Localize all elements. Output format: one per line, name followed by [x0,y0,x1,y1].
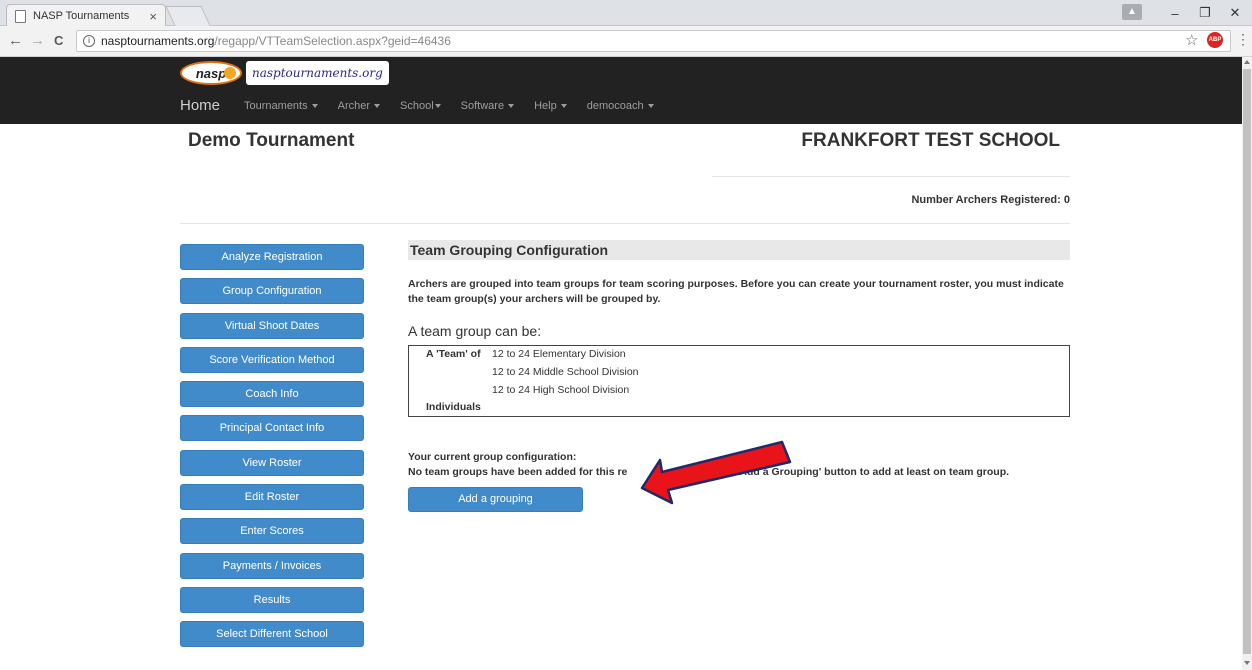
browser-tab[interactable]: NASP Tournaments × [6,4,166,27]
nav-tournaments[interactable]: Tournaments [244,100,318,112]
edit-roster-button[interactable]: Edit Roster [180,484,364,511]
site-wordmark: nasptournaments.org [246,61,389,85]
nav-archer[interactable]: Archer [337,99,381,112]
scrollbar-thumb[interactable] [1243,69,1251,654]
tab-title: NASP Tournaments [33,10,130,22]
nav-school[interactable]: School [400,100,441,112]
tournament-title: Demo Tournament [188,130,355,151]
principal-contact-info-button[interactable]: Principal Contact Info [180,415,364,442]
chevron-down-icon [560,103,567,108]
coach-info-button[interactable]: Coach Info [180,381,364,408]
archers-registered-count: Number Archers Registered: 0 [911,194,1070,206]
divider [180,223,1070,224]
section-title: Team Grouping Configuration [408,240,1070,260]
division-elementary: 12 to 24 Elementary Division [492,348,626,360]
nav-help[interactable]: Help [534,100,567,112]
info-icon[interactable]: i [83,35,95,47]
minimize-icon[interactable]: – [1160,0,1190,26]
nav-tournaments-label: Tournaments [244,99,308,112]
team-group-can-be-heading: A team group can be: [408,323,542,339]
site-header: nasp nasptournaments.org Home Tournament… [0,57,1242,124]
analyze-registration-button[interactable]: Analyze Registration [180,244,364,270]
profile-icon[interactable]: ▲ [1122,4,1142,20]
school-name: FRANKFORT TEST SCHOOL [801,130,1060,151]
url-path: /regapp/VTTeamSelection.aspx?geid=46436 [214,34,451,48]
payments-invoices-button[interactable]: Payments / Invoices [180,552,364,579]
virtual-shoot-dates-button[interactable]: Virtual Shoot Dates [180,312,364,339]
sidebar-menu: Analyze Registration Group Configuration… [180,244,364,656]
new-tab-button[interactable] [165,6,211,26]
nav-archer-label: Archer [337,99,371,112]
forward-icon[interactable]: → [30,32,45,49]
score-verification-method-button[interactable]: Score Verification Method [180,346,364,373]
view-roster-button[interactable]: View Roster [180,449,364,476]
results-button[interactable]: Results [180,586,364,613]
nav-user[interactable]: democoach [587,100,654,112]
chevron-down-icon [434,103,441,108]
scroll-up-icon[interactable] [1244,60,1250,64]
chevron-down-icon [311,103,318,108]
tab-close-icon[interactable]: × [149,9,157,24]
chevron-down-icon [508,103,515,108]
nav-software-label: Software [460,99,505,112]
team-group-options-box: A 'Team' of 12 to 24 Elementary Division… [408,345,1070,417]
address-bar[interactable]: i nasptournaments.org/regapp/VTTeamSelec… [76,30,1231,52]
browser-menu-icon[interactable]: ⋮ [1236,31,1250,48]
main-nav: Home Tournaments Archer School Software … [180,97,674,114]
nav-software[interactable]: Software [460,99,515,112]
nav-home[interactable]: Home [180,97,220,114]
status-text-start: No team groups have been added for this … [408,466,628,478]
chevron-down-icon [374,103,381,108]
restore-icon[interactable]: ❐ [1190,0,1220,26]
reload-icon[interactable]: C [54,33,63,48]
red-arrow-annotation [640,440,792,505]
window-close-icon[interactable]: ✕ [1220,0,1250,26]
select-different-school-button[interactable]: Select Different School [180,621,364,648]
page-scrollbar[interactable] [1242,57,1252,670]
nav-school-label: School [400,99,434,112]
divider [712,176,1070,177]
page-icon [15,9,26,23]
individuals-label: Individuals [426,401,481,413]
browser-tab-strip: NASP Tournaments × ▲ – ❐ ✕ [0,0,1252,27]
group-configuration-button[interactable]: Group Configuration [180,278,364,305]
back-icon[interactable]: ← [8,32,23,49]
nav-user-label: democoach [586,99,644,112]
nav-help-label: Help [534,99,557,112]
url-host: nasptournaments.org [101,34,215,48]
scroll-down-icon[interactable] [1244,661,1250,665]
enter-scores-button[interactable]: Enter Scores [180,518,364,545]
intro-text: Archers are grouped into team groups for… [408,278,1064,305]
bookmark-star-icon[interactable]: ☆ [1185,31,1198,49]
browser-toolbar: ← → C i nasptournaments.org/regapp/VTTea… [0,26,1252,57]
add-grouping-button[interactable]: Add a grouping [408,487,583,512]
division-high-school: 12 to 24 High School Division [492,384,630,396]
site-logo[interactable]: nasp nasptournaments.org [180,60,390,86]
team-of-label: A 'Team' of [426,348,481,360]
chevron-down-icon [647,103,654,108]
division-middle-school: 12 to 24 Middle School Division [492,366,639,378]
nasp-logo: nasp [180,61,242,85]
adblock-icon[interactable]: ABP [1207,32,1223,48]
